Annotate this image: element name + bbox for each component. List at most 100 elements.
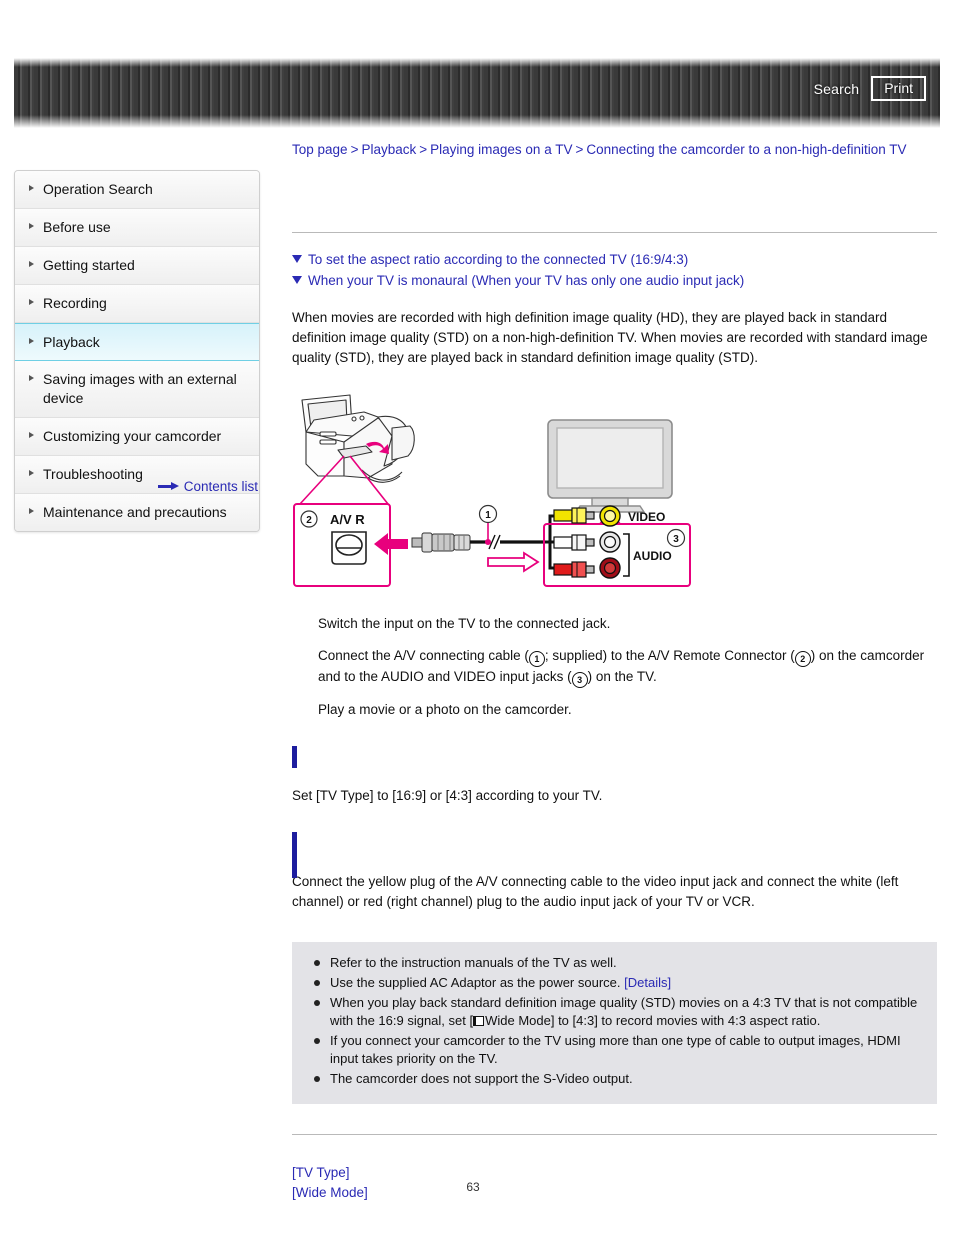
note-text: Use the supplied AC Adaptor as the power… xyxy=(330,975,625,990)
triangle-right-icon xyxy=(29,222,34,229)
triangle-down-icon xyxy=(292,276,302,284)
triangle-right-icon xyxy=(29,375,34,382)
section-bar xyxy=(292,832,297,878)
note-item: When you play back standard definition i… xyxy=(314,994,923,1030)
video-jack-socket xyxy=(599,505,621,527)
sidebar-item-recording[interactable]: Recording xyxy=(15,284,259,323)
sidebar-item-maintenance-and-precautions[interactable]: Maintenance and precautions xyxy=(15,494,259,531)
sidebar-item-saving-images[interactable]: Saving images with an external device xyxy=(15,361,259,419)
sidebar-item-label: Saving images with an external device xyxy=(43,371,237,407)
jump-link-label: When your TV is monaural (When your TV h… xyxy=(308,273,745,288)
jump-links: To set the aspect ratio according to the… xyxy=(292,252,937,288)
page-number: 63 xyxy=(0,1180,954,1194)
intro-paragraph: When movies are recorded with high defin… xyxy=(292,310,928,365)
instruction-steps: Switch the input on the TV to the connec… xyxy=(292,614,937,720)
sidebar-item-label: Before use xyxy=(43,218,111,235)
step-2-part-4: ) on the TV. xyxy=(587,669,657,684)
notes-list: Refer to the instruction manuals of the … xyxy=(306,954,923,1088)
breadcrumb-item-playback[interactable]: Playback xyxy=(361,142,416,157)
section-body-aspect-ratio: Set [TV Type] to [16:9] or [4:3] accordi… xyxy=(292,788,603,803)
tv-illustration xyxy=(547,419,673,513)
step-2-part-1: Connect the A/V connecting cable ( xyxy=(318,648,529,663)
sidebar-item-label: Playback xyxy=(43,333,100,350)
note-item: Refer to the instruction manuals of the … xyxy=(314,954,923,972)
connection-diagram: 2 A/V R 1 VIDEO AUDIO 3 xyxy=(292,392,692,592)
sidebar-item-label: Operation Search xyxy=(43,181,153,197)
sidebar-item-label: Getting started xyxy=(43,256,135,273)
bullet-icon xyxy=(314,980,320,986)
wide-mode-film-icon xyxy=(473,1016,485,1026)
contents-list-link[interactable]: Contents list xyxy=(14,479,258,494)
sidebar-item-before-use[interactable]: Before use xyxy=(15,208,259,247)
jump-link-monaural-tv[interactable]: When your TV is monaural (When your TV h… xyxy=(292,273,937,288)
av-r-label: A/V R xyxy=(330,512,365,527)
callout-1-inline: 1 xyxy=(528,651,545,667)
connection-diagram-svg: 2 A/V R 1 VIDEO AUDIO 3 xyxy=(293,394,691,587)
page-number-value: 63 xyxy=(466,1180,480,1194)
sidebar-nav: Operation Search Before use Getting star… xyxy=(14,170,260,532)
breadcrumb-item-current-page[interactable]: Connecting the camcorder to a non-high-d… xyxy=(586,142,906,157)
triangle-right-icon xyxy=(29,298,34,305)
bottom-divider xyxy=(292,1134,937,1135)
callout-3-inline: 3 xyxy=(571,672,588,688)
note-text: The camcorder does not support the S-Vid… xyxy=(330,1071,633,1086)
callout-2-number: 2 xyxy=(306,515,312,526)
bullet-icon xyxy=(314,1076,320,1082)
note-text: Refer to the instruction manuals of the … xyxy=(330,955,617,970)
details-link[interactable]: [Details] xyxy=(624,975,671,990)
note-text: If you connect your camcorder to the TV … xyxy=(330,1033,901,1066)
triangle-right-icon xyxy=(29,432,34,439)
note-item: If you connect your camcorder to the TV … xyxy=(314,1032,923,1068)
callout-2-inline: 2 xyxy=(794,651,811,667)
arrow-right-icon xyxy=(157,482,180,490)
audio-jack-right-socket xyxy=(599,557,621,579)
triangle-right-icon xyxy=(29,508,34,515)
section-heading-aspect-ratio xyxy=(292,746,937,768)
note-item: The camcorder does not support the S-Vid… xyxy=(314,1070,923,1088)
sidebar-item-getting-started[interactable]: Getting started xyxy=(15,246,259,285)
step-3: Play a movie or a photo on the camcorder… xyxy=(318,702,572,717)
breadcrumb-separator: > xyxy=(575,142,584,157)
section-aspect-ratio: Set [TV Type] to [16:9] or [4:3] accordi… xyxy=(292,746,937,806)
sidebar-item-operation-search[interactable]: Operation Search xyxy=(15,171,259,209)
step-1: Switch the input on the TV to the connec… xyxy=(318,616,611,631)
audio-plug-red xyxy=(553,561,595,578)
jump-link-label: To set the aspect ratio according to the… xyxy=(308,252,689,267)
contents-list-label: Contents list xyxy=(183,479,258,494)
section-heading-monaural-tv xyxy=(292,832,937,878)
search-link[interactable]: Search xyxy=(814,81,860,97)
breadcrumb-item-playing-images-on-a-tv[interactable]: Playing images on a TV xyxy=(430,142,572,157)
breadcrumb-item-top-page[interactable]: Top page xyxy=(292,142,348,157)
step-2: Connect the A/V connecting cable (1; sup… xyxy=(318,646,937,688)
header-controls: Search Print xyxy=(814,76,926,101)
triangle-right-icon xyxy=(29,337,34,344)
breadcrumb-separator: > xyxy=(350,142,359,157)
callout-3-number: 3 xyxy=(673,534,679,545)
sidebar-item-label: Customizing your camcorder xyxy=(43,428,222,445)
section-monaural-tv: Connect the yellow plug of the A/V conne… xyxy=(292,832,937,912)
triangle-down-icon xyxy=(292,255,302,263)
sidebar-item-playback[interactable]: Playback xyxy=(15,322,259,362)
breadcrumb: Top page > Playback > Playing images on a TV… xyxy=(292,142,952,157)
section-bar xyxy=(292,746,297,768)
notes-box: Refer to the instruction manuals of the … xyxy=(292,942,937,1104)
bullet-icon xyxy=(314,1000,320,1006)
print-button[interactable]: Print xyxy=(871,76,926,101)
section-body-monaural-tv: Connect the yellow plug of the A/V conne… xyxy=(292,874,899,909)
direction-arrow-icon xyxy=(487,551,540,573)
header-banner: Search Print xyxy=(14,58,940,128)
audio-label: AUDIO xyxy=(633,549,672,563)
sidebar-item-label: Recording xyxy=(43,294,107,311)
top-divider xyxy=(292,232,937,233)
triangle-right-icon xyxy=(29,260,34,267)
jump-link-aspect-ratio[interactable]: To set the aspect ratio according to the… xyxy=(292,252,937,267)
triangle-right-icon xyxy=(29,470,34,477)
step-2-part-2: ; supplied) to the A/V Remote Connector … xyxy=(544,648,795,663)
triangle-right-icon xyxy=(29,185,34,191)
sidebar-item-customizing-your-camcorder[interactable]: Customizing your camcorder xyxy=(15,418,259,457)
note-item: Use the supplied AC Adaptor as the power… xyxy=(314,974,923,992)
note-text-after: Wide Mode] to [4:3] to record movies wit… xyxy=(485,1013,821,1028)
bullet-icon xyxy=(314,960,320,966)
video-label: VIDEO xyxy=(628,510,665,524)
bullet-icon xyxy=(314,1038,320,1044)
